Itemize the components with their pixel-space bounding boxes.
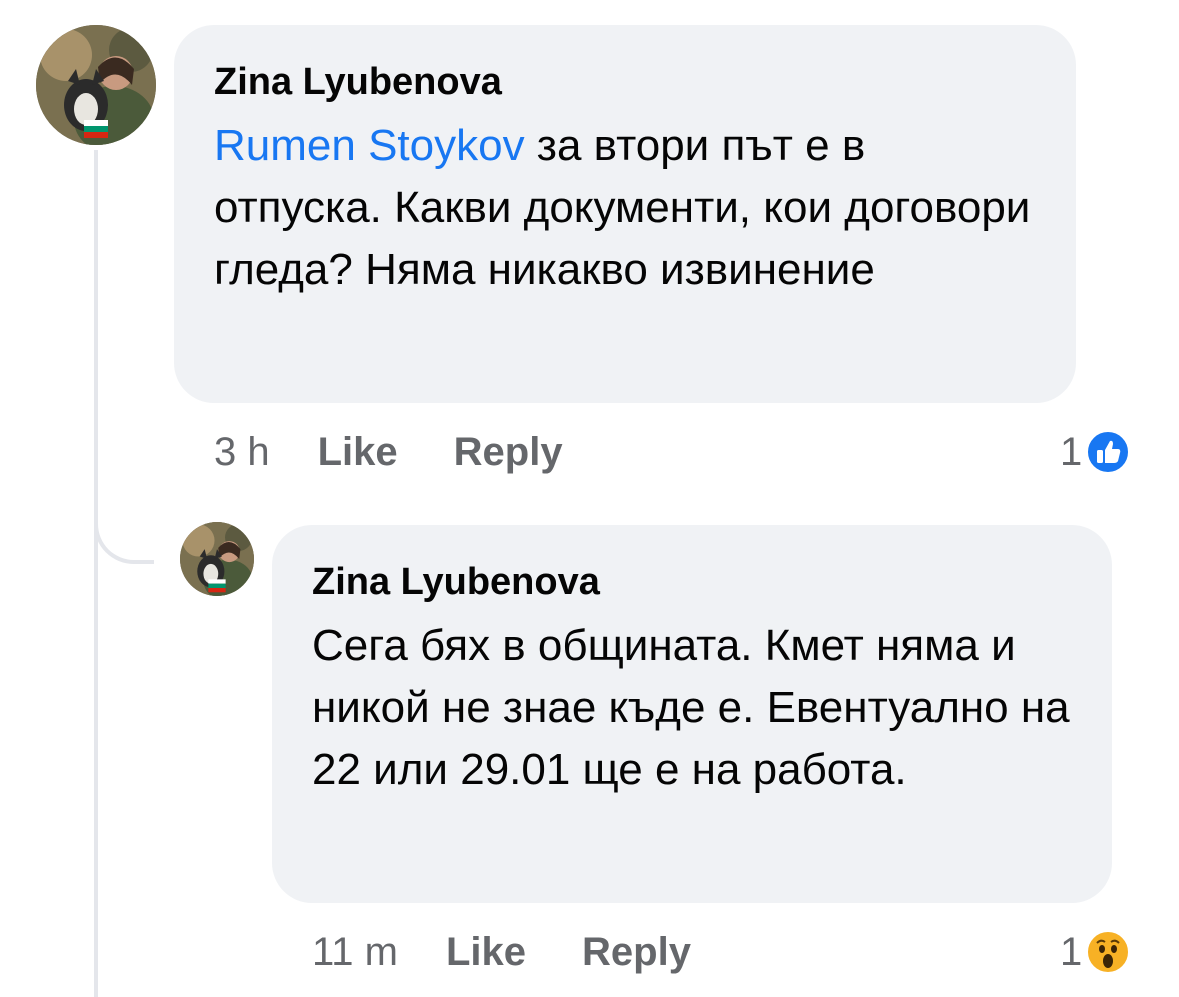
mention-link[interactable]: Rumen Stoykov xyxy=(214,121,525,170)
reply-button[interactable]: Reply xyxy=(582,930,691,975)
reaction-count: 1 xyxy=(1060,929,1083,974)
comment-bubble: Zina Lyubenova Rumen Stoykov за втори пъ… xyxy=(174,25,1076,403)
avatar[interactable] xyxy=(36,25,156,145)
comment-timestamp[interactable]: 3 h xyxy=(214,430,270,475)
like-button[interactable]: Like xyxy=(318,430,398,475)
avatar-photo xyxy=(36,25,156,145)
comment-timestamp[interactable]: 11 m xyxy=(312,930,398,975)
reaction-summary[interactable]: 1 xyxy=(1060,926,1131,978)
reply-avatar[interactable] xyxy=(180,522,254,596)
reaction-count: 1 xyxy=(1060,429,1083,474)
reply-bubble: Zina Lyubenova Сега бях в общината. Кмет… xyxy=(272,525,1112,903)
comment-author[interactable]: Zina Lyubenova xyxy=(214,59,1036,105)
comment-actions: 11 m Like Reply xyxy=(312,924,747,980)
comment-actions: 3 h Like Reply xyxy=(214,424,619,480)
reaction-summary[interactable]: 1 xyxy=(1060,426,1131,478)
avatar-photo xyxy=(180,522,254,596)
comment-author[interactable]: Zina Lyubenova xyxy=(312,559,1072,605)
like-button[interactable]: Like xyxy=(446,930,526,975)
wow-icon xyxy=(1086,930,1131,974)
like-icon xyxy=(1086,430,1131,474)
comment-text: Сега бях в общината. Кмет няма и никой н… xyxy=(312,621,1070,794)
thread-line xyxy=(94,150,98,997)
reply-connector xyxy=(94,500,154,564)
comment-text: Rumen Stoykov за втори път е в отпуска. … xyxy=(214,115,1036,301)
reply-button[interactable]: Reply xyxy=(454,430,563,475)
